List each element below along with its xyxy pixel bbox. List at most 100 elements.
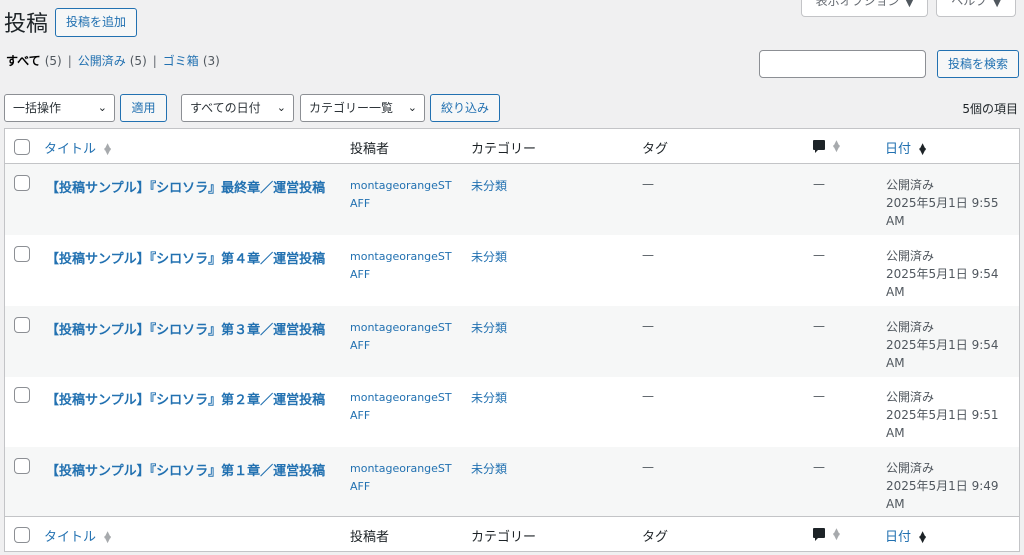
column-title-label: タイトル — [44, 142, 97, 157]
post-date: 公開済み 2025年5月1日 9:54 AM — [886, 318, 999, 372]
post-date-value: 2025年5月1日 9:54 — [886, 338, 999, 352]
chevron-down-icon: ⌄ — [97, 101, 107, 114]
screen-options-button[interactable]: 表示オプション ▼ — [800, 0, 929, 17]
bulk-action-value: 一括操作 — [13, 101, 62, 115]
post-status: 公開済み — [886, 461, 935, 475]
select-all-checkbox-footer[interactable] — [14, 527, 30, 543]
post-comments: — — [813, 389, 825, 403]
screen-meta-links: 表示オプション ▼ ヘルプ ▼ — [800, 0, 1016, 17]
column-categories-header: カテゴリー — [471, 142, 537, 157]
post-author-link[interactable]: montageorangeSTAFF — [350, 389, 458, 425]
page-title: 投稿 — [4, 12, 49, 37]
table-row: 【投稿サンプル】『シロソラ』第３章／運営投稿 montageorangeSTAF… — [5, 306, 1019, 377]
column-title-footer[interactable]: タイトル ▲ ▼ — [44, 526, 111, 545]
table-footer: タイトル ▲ ▼ 投稿者 カテゴリー タグ ▲ ▼ 日付 ▲ ▼ — [5, 516, 1019, 551]
column-comments-footer[interactable]: ▲ ▼ — [813, 527, 840, 542]
sort-arrows-icon: ▲ ▼ — [104, 529, 112, 545]
post-tags: — — [642, 389, 654, 403]
post-date-ampm: AM — [886, 214, 905, 228]
sort-desc-icon: ▲ ▼ — [919, 141, 927, 157]
post-status: 公開済み — [886, 390, 935, 404]
category-filter-select[interactable]: カテゴリー一覧 ⌄ — [300, 94, 425, 122]
post-status: 公開済み — [886, 320, 935, 334]
view-trash[interactable]: ゴミ箱 — [163, 52, 199, 69]
row-checkbox[interactable] — [14, 175, 30, 191]
help-button[interactable]: ヘルプ ▼ — [936, 0, 1016, 17]
row-checkbox[interactable] — [14, 387, 30, 403]
post-tags: — — [642, 460, 654, 474]
post-author-link[interactable]: montageorangeSTAFF — [350, 248, 458, 284]
view-all[interactable]: すべて — [6, 52, 41, 69]
column-title-label: タイトル — [44, 530, 97, 545]
post-category-link[interactable]: 未分類 — [471, 248, 507, 265]
sort-arrows-icon: ▲ ▼ — [104, 141, 112, 157]
column-comments-header[interactable]: ▲ ▼ — [813, 139, 840, 154]
sort-arrows-icon: ▲ ▼ — [833, 526, 840, 542]
post-tags: — — [642, 177, 654, 191]
view-separator: | — [67, 53, 72, 68]
column-date-header[interactable]: 日付 ▲ ▼ — [885, 138, 926, 157]
post-category-link[interactable]: 未分類 — [471, 460, 507, 477]
post-date: 公開済み 2025年5月1日 9:54 AM — [886, 247, 999, 301]
post-date: 公開済み 2025年5月1日 9:51 AM — [886, 388, 999, 442]
row-checkbox[interactable] — [14, 246, 30, 262]
comment-bubble-icon — [813, 528, 825, 541]
row-checkbox[interactable] — [14, 458, 30, 474]
items-count: 5個の項目 — [962, 102, 1018, 116]
post-status: 公開済み — [886, 178, 935, 192]
date-filter-value: すべての日付 — [190, 101, 261, 115]
post-category-link[interactable]: 未分類 — [471, 389, 507, 406]
post-date-value: 2025年5月1日 9:49 — [886, 479, 999, 493]
post-category-link[interactable]: 未分類 — [471, 177, 507, 194]
sort-arrows-icon: ▲ ▼ — [833, 138, 840, 154]
view-published[interactable]: 公開済み — [78, 52, 126, 69]
add-new-post-button[interactable]: 投稿を追加 — [55, 8, 138, 37]
post-date-value: 2025年5月1日 9:55 — [886, 196, 999, 210]
post-status-views: すべて (5) | 公開済み (5) | ゴミ箱 (3) — [6, 52, 220, 69]
post-date-value: 2025年5月1日 9:54 — [886, 267, 999, 281]
filter-button[interactable]: 絞り込み — [430, 94, 500, 122]
post-title-link[interactable]: 【投稿サンプル】『シロソラ』最終章／運営投稿 — [46, 177, 325, 196]
column-date-label: 日付 — [885, 530, 912, 545]
post-author-link[interactable]: montageorangeSTAFF — [350, 319, 458, 355]
post-search-input[interactable] — [759, 50, 926, 78]
post-date-value: 2025年5月1日 9:51 — [886, 408, 999, 422]
table-header: タイトル ▲ ▼ 投稿者 カテゴリー タグ ▲ ▼ 日付 ▲ ▼ — [5, 129, 1019, 164]
post-comments: — — [813, 460, 825, 474]
post-tags: — — [642, 319, 654, 333]
post-author-link[interactable]: montageorangeSTAFF — [350, 177, 458, 213]
column-title-header[interactable]: タイトル ▲ ▼ — [44, 138, 111, 157]
post-title-link[interactable]: 【投稿サンプル】『シロソラ』第３章／運営投稿 — [46, 319, 325, 338]
sort-desc-icon: ▲ ▼ — [919, 529, 927, 545]
view-all-count: (5) — [44, 53, 62, 68]
comment-bubble-icon — [813, 140, 825, 153]
post-category-link[interactable]: 未分類 — [471, 319, 507, 336]
column-date-footer[interactable]: 日付 ▲ ▼ — [885, 526, 926, 545]
bulk-action-select[interactable]: 一括操作 ⌄ — [4, 94, 115, 122]
column-categories-footer: カテゴリー — [471, 530, 537, 545]
screen-options-label: 表示オプション — [815, 0, 900, 8]
chevron-down-icon: ⌄ — [276, 101, 286, 114]
date-filter-select[interactable]: すべての日付 ⌄ — [181, 94, 294, 122]
category-filter-value: カテゴリー一覧 — [309, 101, 394, 115]
post-date: 公開済み 2025年5月1日 9:49 AM — [886, 459, 999, 513]
post-title-link[interactable]: 【投稿サンプル】『シロソラ』第１章／運営投稿 — [46, 460, 325, 479]
table-row: 【投稿サンプル】『シロソラ』第２章／運営投稿 montageorangeSTAF… — [5, 376, 1019, 447]
view-published-count: (5) — [129, 53, 147, 68]
post-title-link[interactable]: 【投稿サンプル】『シロソラ』第２章／運営投稿 — [46, 389, 325, 408]
row-checkbox[interactable] — [14, 317, 30, 333]
search-posts-button[interactable]: 投稿を検索 — [937, 50, 1019, 78]
select-all-checkbox[interactable] — [14, 139, 30, 155]
posts-table: タイトル ▲ ▼ 投稿者 カテゴリー タグ ▲ ▼ 日付 ▲ ▼ 【投稿サンプル】『シ… — [4, 128, 1020, 552]
view-separator: | — [152, 53, 157, 68]
post-date-ampm: AM — [886, 497, 905, 511]
post-author-link[interactable]: montageorangeSTAFF — [350, 460, 458, 496]
post-title-link[interactable]: 【投稿サンプル】『シロソラ』第４章／運営投稿 — [46, 248, 325, 267]
column-author-footer: 投稿者 — [350, 530, 390, 545]
help-label: ヘルプ — [951, 0, 988, 8]
post-comments: — — [813, 319, 825, 333]
post-date-ampm: AM — [886, 356, 905, 370]
chevron-down-icon: ⌄ — [407, 101, 417, 114]
apply-button[interactable]: 適用 — [120, 94, 167, 122]
table-row: 【投稿サンプル】『シロソラ』最終章／運営投稿 montageorangeSTAF… — [5, 164, 1019, 235]
